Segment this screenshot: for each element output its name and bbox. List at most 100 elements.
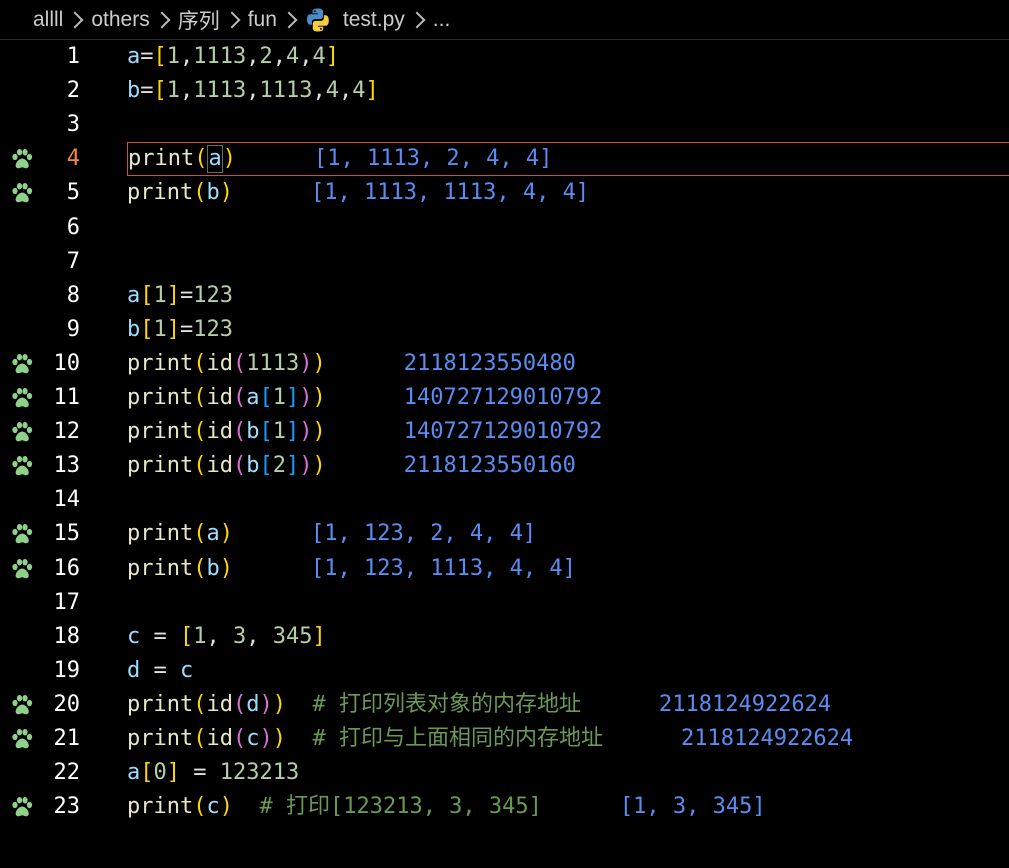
inline-output: 2118123550480 — [403, 350, 576, 376]
inline-output: 2118124922624 — [658, 691, 832, 717]
chevron-right-icon — [280, 11, 298, 28]
cursor-match: a — [207, 145, 223, 174]
paw-print-icon[interactable] — [10, 728, 34, 750]
line-number: 14 — [53, 487, 81, 513]
line-number: 20 — [53, 691, 81, 717]
paw-print-icon[interactable] — [10, 694, 34, 716]
inline-output: [1, 1113, 2, 4, 4] — [313, 146, 553, 172]
line-number: 12 — [53, 419, 81, 445]
line-code[interactable]: b[1]=123 — [127, 313, 233, 347]
code-line[interactable]: 8 a[1]=123 — [0, 279, 1009, 313]
line-number: 5 — [66, 180, 80, 206]
code-line[interactable]: 23 print(c) # 打印[123213, 3, 345] [1, 3, 34… — [0, 790, 1009, 824]
breadcrumb-item-sequence[interactable]: 序列 — [178, 5, 220, 35]
code-line[interactable]: 12 print(id(b[1])) 140727129010792 — [0, 415, 1009, 449]
chevron-right-icon — [153, 11, 171, 28]
code-line[interactable]: 6 — [0, 211, 1009, 245]
line-number: 19 — [53, 657, 81, 683]
line-code[interactable]: b=[1,1113,1113,4,4] — [127, 74, 379, 108]
line-code[interactable]: a[0] = 123213 — [127, 756, 299, 790]
chevron-right-icon — [66, 11, 84, 28]
line-code[interactable]: a[1]=123 — [127, 279, 233, 313]
line-number: 2 — [66, 78, 80, 104]
line-number: 15 — [53, 521, 81, 547]
code-line[interactable]: 7 — [0, 245, 1009, 279]
line-code[interactable]: print(b) — [127, 552, 233, 586]
line-code[interactable]: print(a) — [127, 517, 233, 551]
line-code[interactable]: c = [1, 3, 345] — [127, 620, 326, 654]
code-line[interactable]: 22 a[0] = 123213 — [0, 756, 1009, 790]
line-number: 13 — [53, 453, 81, 479]
inline-output: [1, 123, 2, 4, 4] — [310, 521, 537, 547]
code-line[interactable]: 16 print(b) [1, 123, 1113, 4, 4] — [0, 552, 1009, 586]
inline-output: 140727129010792 — [403, 419, 603, 445]
breadcrumb-file[interactable]: test.py — [343, 8, 405, 32]
line-number: 9 — [66, 316, 80, 342]
line-number: 3 — [66, 112, 80, 138]
line-code[interactable]: print(id(b[1])) — [127, 415, 326, 449]
line-code[interactable]: print(id(1113)) — [127, 347, 326, 381]
code-line[interactable]: 9 b[1]=123 — [0, 313, 1009, 347]
paw-print-icon[interactable] — [10, 387, 34, 409]
inline-output: 2118124922624 — [680, 726, 854, 751]
line-number: 1 — [66, 44, 80, 69]
line-code[interactable]: print(a) — [128, 142, 236, 176]
line-number: 23 — [53, 794, 81, 820]
line-number: 6 — [66, 214, 80, 240]
line-number: 17 — [53, 589, 81, 615]
code-line[interactable]: 17 — [0, 586, 1009, 620]
line-number: 22 — [53, 760, 81, 786]
paw-print-icon[interactable] — [10, 796, 34, 818]
code-line[interactable]: 3 — [0, 108, 1009, 142]
code-comment: # 打印[123213, 3, 345] — [259, 794, 542, 820]
python-file-icon — [306, 8, 329, 31]
paw-print-icon[interactable] — [10, 421, 34, 443]
paw-print-icon[interactable] — [10, 523, 34, 545]
breadcrumb-item-fun[interactable]: fun — [248, 8, 277, 32]
inline-output: [1, 1113, 1113, 4, 4] — [310, 180, 590, 206]
code-line[interactable]: 2 b=[1,1113,1113,4,4] — [0, 74, 1009, 108]
line-code[interactable]: print(b) — [127, 176, 233, 210]
code-line[interactable]: 5 print(b) [1, 1113, 1113, 4, 4] — [0, 176, 1009, 210]
code-comment: # 打印与上面相同的内存地址 — [312, 726, 603, 751]
code-line[interactable]: 15 print(a) [1, 123, 2, 4, 4] — [0, 517, 1009, 551]
inline-output: 2118123550160 — [403, 453, 576, 479]
code-line[interactable]: 19 d = c — [0, 654, 1009, 688]
code-line[interactable]: 18 c = [1, 3, 345] — [0, 620, 1009, 654]
line-code[interactable]: print(id(c)) # 打印与上面相同的内存地址 — [127, 722, 603, 756]
line-number: 11 — [53, 385, 81, 410]
line-code[interactable]: print(id(a[1])) — [127, 381, 326, 415]
line-code[interactable]: print(c) # 打印[123213, 3, 345] — [127, 790, 542, 824]
inline-output: 140727129010792 — [403, 385, 603, 410]
chevron-right-icon — [223, 11, 241, 28]
code-line[interactable]: 11 print(id(a[1])) 140727129010792 — [0, 381, 1009, 415]
chevron-right-icon — [408, 11, 426, 28]
line-code[interactable]: print(id(b[2])) — [127, 449, 326, 483]
breadcrumb-trailing[interactable]: ... — [433, 8, 451, 32]
code-editor[interactable]: 1 a=[1,1113,2,4,4] 2 b=[1,1113,1113,4,4] 3 4 p… — [0, 40, 1009, 868]
code-line[interactable]: 13 print(id(b[2])) 2118123550160 — [0, 449, 1009, 483]
breadcrumb: allll others 序列 fun test.py ... — [0, 0, 1009, 40]
line-number: 18 — [53, 623, 81, 649]
paw-print-icon[interactable] — [10, 455, 34, 477]
inline-output: [1, 3, 345] — [619, 794, 766, 820]
breadcrumb-item-allll[interactable]: allll — [33, 8, 63, 32]
code-line[interactable]: 14 — [0, 483, 1009, 517]
code-line[interactable]: 21 print(id(c)) # 打印与上面相同的内存地址 21181249226… — [0, 722, 1009, 756]
line-number: 4 — [66, 146, 80, 172]
line-number: 21 — [53, 726, 81, 751]
paw-print-icon[interactable] — [10, 353, 34, 375]
line-code[interactable]: a=[1,1113,2,4,4] — [127, 40, 339, 74]
line-number: 8 — [66, 282, 80, 308]
line-code[interactable]: d = c — [127, 654, 193, 688]
paw-print-icon[interactable] — [10, 148, 34, 170]
breadcrumb-item-others[interactable]: others — [91, 8, 149, 32]
inline-output: [1, 123, 1113, 4, 4] — [310, 555, 576, 581]
paw-print-icon[interactable] — [10, 558, 34, 580]
code-line[interactable]: 20 print(id(d)) # 打印列表对象的内存地址 211812492262… — [0, 688, 1009, 722]
code-line[interactable]: 10 print(id(1113)) 2118123550480 — [0, 347, 1009, 381]
current-line-highlight: print(a) [1, 1113, 2, 4, 4] — [127, 142, 1009, 177]
paw-print-icon[interactable] — [10, 182, 34, 204]
line-code[interactable]: print(id(d)) # 打印列表对象的内存地址 — [127, 688, 581, 722]
code-line[interactable]: 1 a=[1,1113,2,4,4] — [0, 40, 1009, 74]
